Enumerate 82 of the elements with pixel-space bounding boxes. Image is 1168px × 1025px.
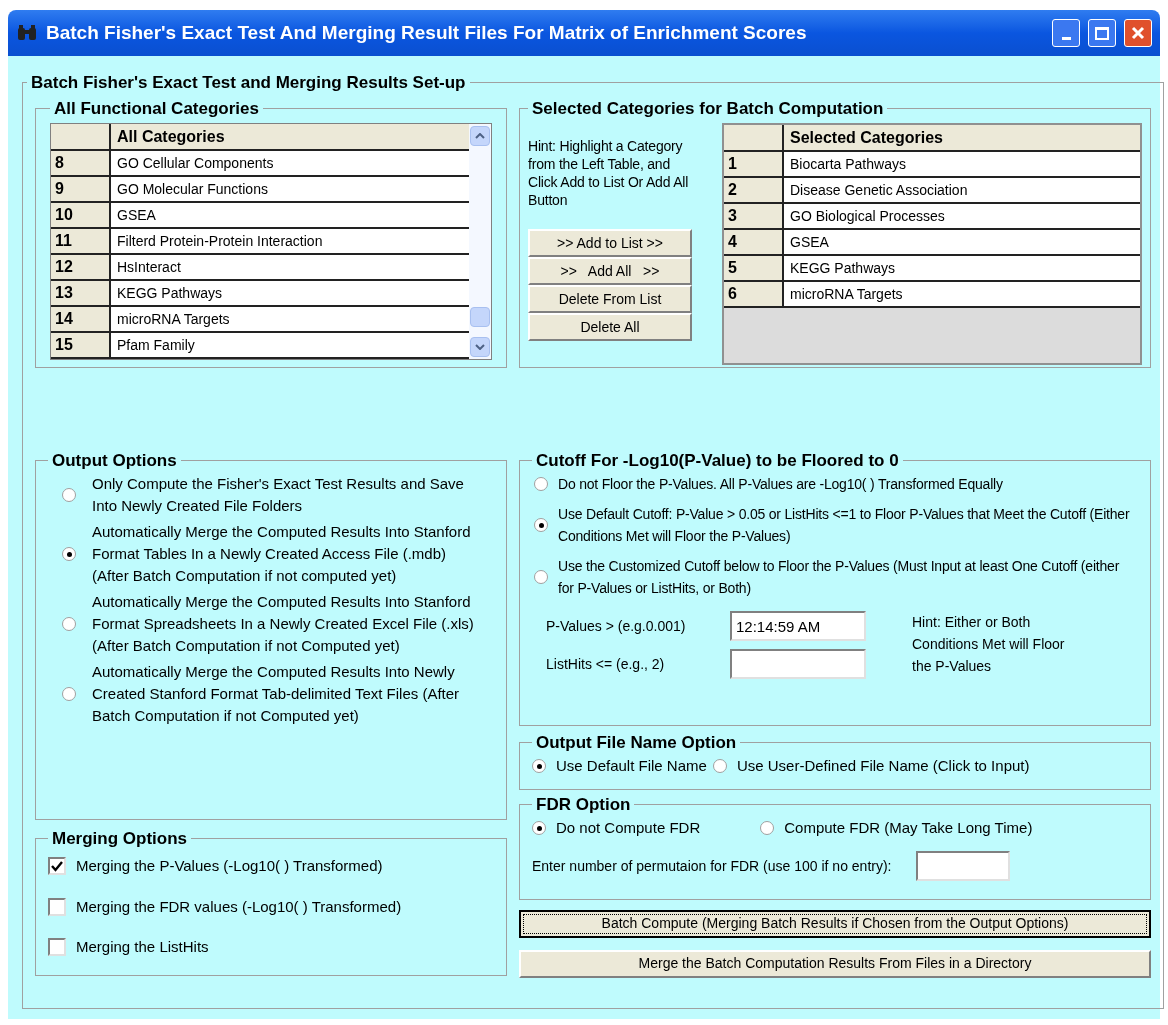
option-label[interactable]: Use Default Cutoff: P-Value > 0.05 or ListHits <=1 to Floor P-Values that Meet the Cutoff (Either Conditions Met will Floor the P-Values) <box>558 503 1138 547</box>
action-button[interactable]: Delete All <box>528 313 692 341</box>
group-title: All Functional Categories <box>53 97 260 120</box>
hint-text: Hint: Either or Both Conditions Met will Floor the P-Values <box>912 613 1066 676</box>
radio-button[interactable] <box>534 477 548 491</box>
row-number: 9 <box>51 177 111 201</box>
option-label[interactable]: Compute FDR (May Take Long Time) <box>784 817 1033 839</box>
table-cell[interactable]: KEGG Pathways <box>784 256 1140 280</box>
row-number: 3 <box>724 204 784 228</box>
radio-button[interactable] <box>712 759 727 773</box>
checkbox[interactable] <box>48 857 66 876</box>
group-title: Batch Fisher's Exact Test and Merging Results Set-up <box>30 72 467 94</box>
field-label: P-Values > (e.g.0.001) <box>546 616 687 636</box>
row-number: 14 <box>51 307 111 331</box>
binoculars-icon <box>16 25 38 41</box>
table-cell[interactable]: Biocarta Pathways <box>784 152 1140 176</box>
row-number: 2 <box>724 178 784 202</box>
action-button[interactable]: Merge the Batch Computation Results From Files in a Directory <box>519 949 1151 978</box>
row-number: 8 <box>51 151 111 175</box>
table-cell[interactable]: microRNA Targets <box>784 282 1140 306</box>
option-label[interactable]: Automatically Merge the Computed Results Into Stanford Format Tables In a Newly Created Access File (.mdb) (After Batch Computation if not computed yet) <box>92 521 484 587</box>
radio-button[interactable] <box>534 518 548 532</box>
group-title: Selected Categories for Batch Computation <box>531 97 885 120</box>
column-header: Selected Categories <box>789 128 944 148</box>
group-title: Cutoff For -Log10(P-Value) to be Floored to 0 <box>535 449 900 472</box>
radio-button[interactable] <box>534 570 548 584</box>
row-number: 1 <box>724 152 784 176</box>
row-number: 12 <box>51 255 111 279</box>
permutation-field[interactable] <box>915 851 1010 881</box>
table-cell[interactable]: Disease Genetic Association <box>784 178 1140 202</box>
checkbox[interactable] <box>48 938 66 957</box>
group-title: Output File Name Option <box>535 731 738 754</box>
option-label[interactable]: Use the Customized Cutoff below to Floor the P-Values (Must Input at least One Cutoff (either for P-Values or ListHits, or Both) <box>558 555 1138 599</box>
option-label[interactable]: Merging the ListHits <box>76 936 209 959</box>
group-title: Output Options <box>51 449 178 472</box>
row-number: 4 <box>724 230 784 254</box>
row-number: 13 <box>51 281 111 305</box>
radio-button[interactable] <box>62 488 76 502</box>
option-label[interactable]: Merging the P-Values (-Log10( ) Transformed) <box>76 855 383 878</box>
radio-button[interactable] <box>62 617 76 631</box>
radio-button[interactable] <box>62 687 76 701</box>
table-cell[interactable]: GO Biological Processes <box>784 204 1140 228</box>
checkbox[interactable] <box>48 897 66 916</box>
column-header: All Categories <box>116 127 226 147</box>
field-label: ListHits <= (e.g., 2) <box>546 654 666 674</box>
input-field[interactable]: 12:14:59 AM <box>730 611 866 641</box>
permutation-label: Enter number of permutaion for FDR (use 100 if no entry): <box>532 856 892 876</box>
option-label[interactable]: Do not Floor the P-Values. All P-Values are -Log10( ) Transformed Equally <box>558 473 1138 495</box>
row-number: 15 <box>51 333 111 357</box>
maximize-button[interactable] <box>1088 19 1116 47</box>
group-title: Merging Options <box>51 827 189 850</box>
option-label[interactable]: Automatically Merge the Computed Results Into Stanford Format Spreadsheets In a Newly Created Excel File (.xls) (After Batch Computation if not Computed yet) <box>92 591 484 657</box>
row-number: 11 <box>51 229 111 253</box>
close-icon[interactable] <box>1131 26 1145 40</box>
row-number: 5 <box>724 256 784 280</box>
radio-button[interactable] <box>760 821 775 835</box>
hint-text: Hint: Highlight a Category from the Left Table, and Click Add to List Or Add All Button <box>528 137 690 209</box>
option-label[interactable]: Only Compute the Fisher's Exact Test Results and Save Into Newly Created File Folders <box>92 473 484 517</box>
close-button[interactable] <box>1124 19 1152 47</box>
input-field[interactable] <box>730 649 866 679</box>
radio-button[interactable] <box>62 547 76 561</box>
action-button[interactable]: Batch Compute (Merging Batch Results if Chosen from the Output Options) <box>519 909 1151 938</box>
action-button[interactable]: >> Add to List >> <box>528 229 692 257</box>
option-label[interactable]: Automatically Merge the Computed Results Into Newly Created Stanford Format Tab-delimited Text Files (After Batch Computation if not Computed yet) <box>92 661 484 727</box>
group-title: FDR Option <box>535 793 632 816</box>
scroll-up-icon[interactable] <box>470 126 490 146</box>
scrollbar[interactable] <box>469 124 491 359</box>
scroll-down-icon[interactable] <box>470 337 490 357</box>
action-button[interactable]: >> Add All >> <box>528 257 692 285</box>
row-number: 6 <box>724 282 784 306</box>
radio-button[interactable] <box>532 821 546 835</box>
window-title: Batch Fisher's Exact Test And Merging Result Files For Matrix of Enrichment Scores <box>46 20 808 45</box>
option-label[interactable]: Use User-Defined File Name (Click to Input) <box>736 755 1030 777</box>
option-label[interactable]: Use Default File Name <box>556 755 707 777</box>
option-label[interactable]: Do not Compute FDR <box>556 817 701 839</box>
table-cell[interactable]: GSEA <box>784 230 1140 254</box>
scroll-thumb[interactable] <box>470 306 490 327</box>
option-label[interactable]: Merging the FDR values (-Log10( ) Transformed) <box>76 895 402 918</box>
row-number: 10 <box>51 203 111 227</box>
minimize-button[interactable] <box>1052 19 1080 47</box>
radio-button[interactable] <box>532 759 546 773</box>
action-button[interactable]: Delete From List <box>528 285 692 313</box>
